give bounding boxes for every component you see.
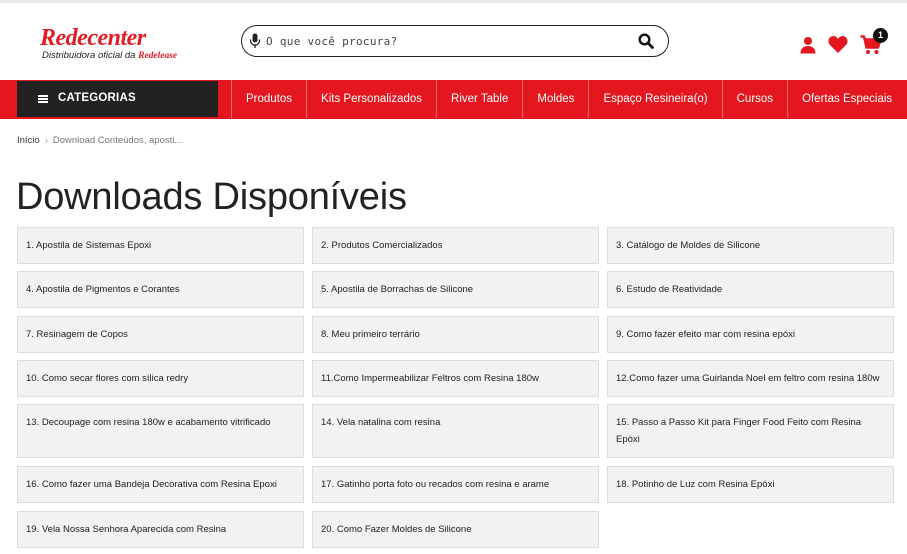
cart-count-badge: 1 bbox=[873, 28, 888, 43]
download-link[interactable]: 11.Como Impermeabilizar Feltros com Resi… bbox=[312, 360, 599, 397]
download-link[interactable]: 15. Passo a Passo Kit para Finger Food F… bbox=[607, 404, 894, 458]
nav-menu: Produtos Kits Personalizados River Table… bbox=[231, 80, 906, 119]
download-link[interactable]: 5. Apostila de Borrachas de Silicone bbox=[312, 271, 599, 308]
nav-item-cursos[interactable]: Cursos bbox=[721, 80, 787, 119]
download-link[interactable]: 20. Como Fazer Moldes de Silicone bbox=[312, 511, 599, 548]
download-link[interactable]: 16. Como fazer uma Bandeja Decorativa co… bbox=[17, 466, 304, 503]
download-label: 14. Vela natalina com resina bbox=[321, 417, 441, 428]
download-label: 19. Vela Nossa Senhora Aparecida com Res… bbox=[26, 524, 227, 535]
download-link[interactable]: 14. Vela natalina com resina bbox=[312, 404, 599, 458]
download-link[interactable]: 2. Produtos Comercializados bbox=[312, 227, 599, 264]
download-label: 3. Catálogo de Moldes de Silicone bbox=[616, 240, 761, 251]
download-label: 6. Estudo de Reatividade bbox=[616, 284, 723, 295]
chevron-right-icon: › bbox=[44, 135, 48, 146]
hamburger-icon bbox=[38, 95, 48, 103]
main-nav: CATEGORIAS Produtos Kits Personalizados … bbox=[0, 80, 907, 119]
download-label: 9. Como fazer efeito mar com resina epóx… bbox=[616, 329, 795, 340]
categories-button[interactable]: CATEGORIAS bbox=[17, 81, 218, 117]
search-icon[interactable] bbox=[638, 33, 654, 49]
categories-label: CATEGORIAS bbox=[58, 92, 136, 104]
download-label: 4. Apostila de Pigmentos e Corantes bbox=[26, 284, 180, 295]
page-title: Downloads Disponíveis bbox=[16, 176, 407, 218]
user-icon[interactable] bbox=[799, 36, 817, 54]
download-label: 17. Gatinho porta foto ou recados com re… bbox=[321, 479, 550, 490]
breadcrumb: Início › Download Conteúdos, aposti... bbox=[17, 135, 182, 146]
download-link[interactable]: 3. Catálogo de Moldes de Silicone bbox=[607, 227, 894, 264]
download-link[interactable]: 1. Apostila de Sistemas Epoxi bbox=[17, 227, 304, 264]
nav-item-moldes[interactable]: Moldes bbox=[522, 80, 588, 119]
nav-item-espaco-resineira[interactable]: Espaço Resineira(o) bbox=[588, 80, 721, 119]
logo-tagline-brand: Redelease bbox=[138, 51, 178, 61]
download-label: 10. Como secar flores com sílica redry bbox=[26, 373, 189, 384]
download-link[interactable]: 19. Vela Nossa Senhora Aparecida com Res… bbox=[17, 511, 304, 548]
download-label: 20. Como Fazer Moldes de Silicone bbox=[321, 524, 472, 535]
download-label: 13. Decoupage com resina 180w e acabamen… bbox=[26, 417, 271, 428]
microphone-icon[interactable] bbox=[249, 33, 261, 49]
download-link[interactable]: 4. Apostila de Pigmentos e Corantes bbox=[17, 271, 304, 308]
logo-tagline: Distribuidora oficial da Redelease bbox=[42, 50, 177, 61]
download-link[interactable]: 7. Resinagem de Copos bbox=[17, 316, 304, 353]
download-label: 7. Resinagem de Copos bbox=[26, 329, 128, 340]
download-link[interactable]: 18. Potinho de Luz com Resina Epóxi bbox=[607, 466, 894, 503]
download-label: 15. Passo a Passo Kit para Finger Food F… bbox=[616, 417, 862, 445]
download-link[interactable]: 12.Como fazer uma Guirlanda Noel em felt… bbox=[607, 360, 894, 397]
site-logo[interactable]: Redecenter Distribuidora oficial da Rede… bbox=[40, 25, 200, 65]
download-link[interactable]: 8. Meu primeiro terrário bbox=[312, 316, 599, 353]
download-label: 1. Apostila de Sistemas Epoxi bbox=[26, 240, 152, 251]
nav-item-river-table[interactable]: River Table bbox=[436, 80, 522, 119]
nav-item-kits-personalizados[interactable]: Kits Personalizados bbox=[306, 80, 436, 119]
download-link[interactable]: 17. Gatinho porta foto ou recados com re… bbox=[312, 466, 599, 503]
logo-tagline-prefix: Distribuidora oficial da bbox=[42, 50, 136, 61]
site-header: Redecenter Distribuidora oficial da Rede… bbox=[0, 3, 907, 80]
download-label: 16. Como fazer uma Bandeja Decorativa co… bbox=[26, 479, 277, 490]
download-link[interactable]: 9. Como fazer efeito mar com resina epóx… bbox=[607, 316, 894, 353]
download-label: 12.Como fazer uma Guirlanda Noel em felt… bbox=[616, 373, 880, 384]
search-input[interactable] bbox=[266, 31, 626, 51]
nav-item-ofertas-especiais[interactable]: Ofertas Especiais bbox=[787, 80, 906, 119]
download-label: 11.Como Impermeabilizar Feltros com Resi… bbox=[321, 373, 539, 384]
download-link[interactable]: 10. Como secar flores com sílica redry bbox=[17, 360, 304, 397]
download-link[interactable]: 6. Estudo de Reatividade bbox=[607, 271, 894, 308]
breadcrumb-home[interactable]: Início bbox=[17, 135, 40, 146]
nav-item-produtos[interactable]: Produtos bbox=[231, 80, 306, 119]
download-label: 2. Produtos Comercializados bbox=[321, 240, 443, 251]
download-label: 18. Potinho de Luz com Resina Epóxi bbox=[616, 479, 775, 490]
heart-icon[interactable] bbox=[828, 35, 848, 54]
breadcrumb-current: Download Conteúdos, aposti... bbox=[52, 135, 183, 146]
download-label: 8. Meu primeiro terrário bbox=[321, 329, 420, 340]
download-link[interactable]: 13. Decoupage com resina 180w e acabamen… bbox=[17, 404, 304, 458]
logo-wordmark: Redecenter bbox=[40, 25, 146, 51]
search-bar bbox=[241, 25, 669, 57]
download-label: 5. Apostila de Borrachas de Silicone bbox=[321, 284, 474, 295]
